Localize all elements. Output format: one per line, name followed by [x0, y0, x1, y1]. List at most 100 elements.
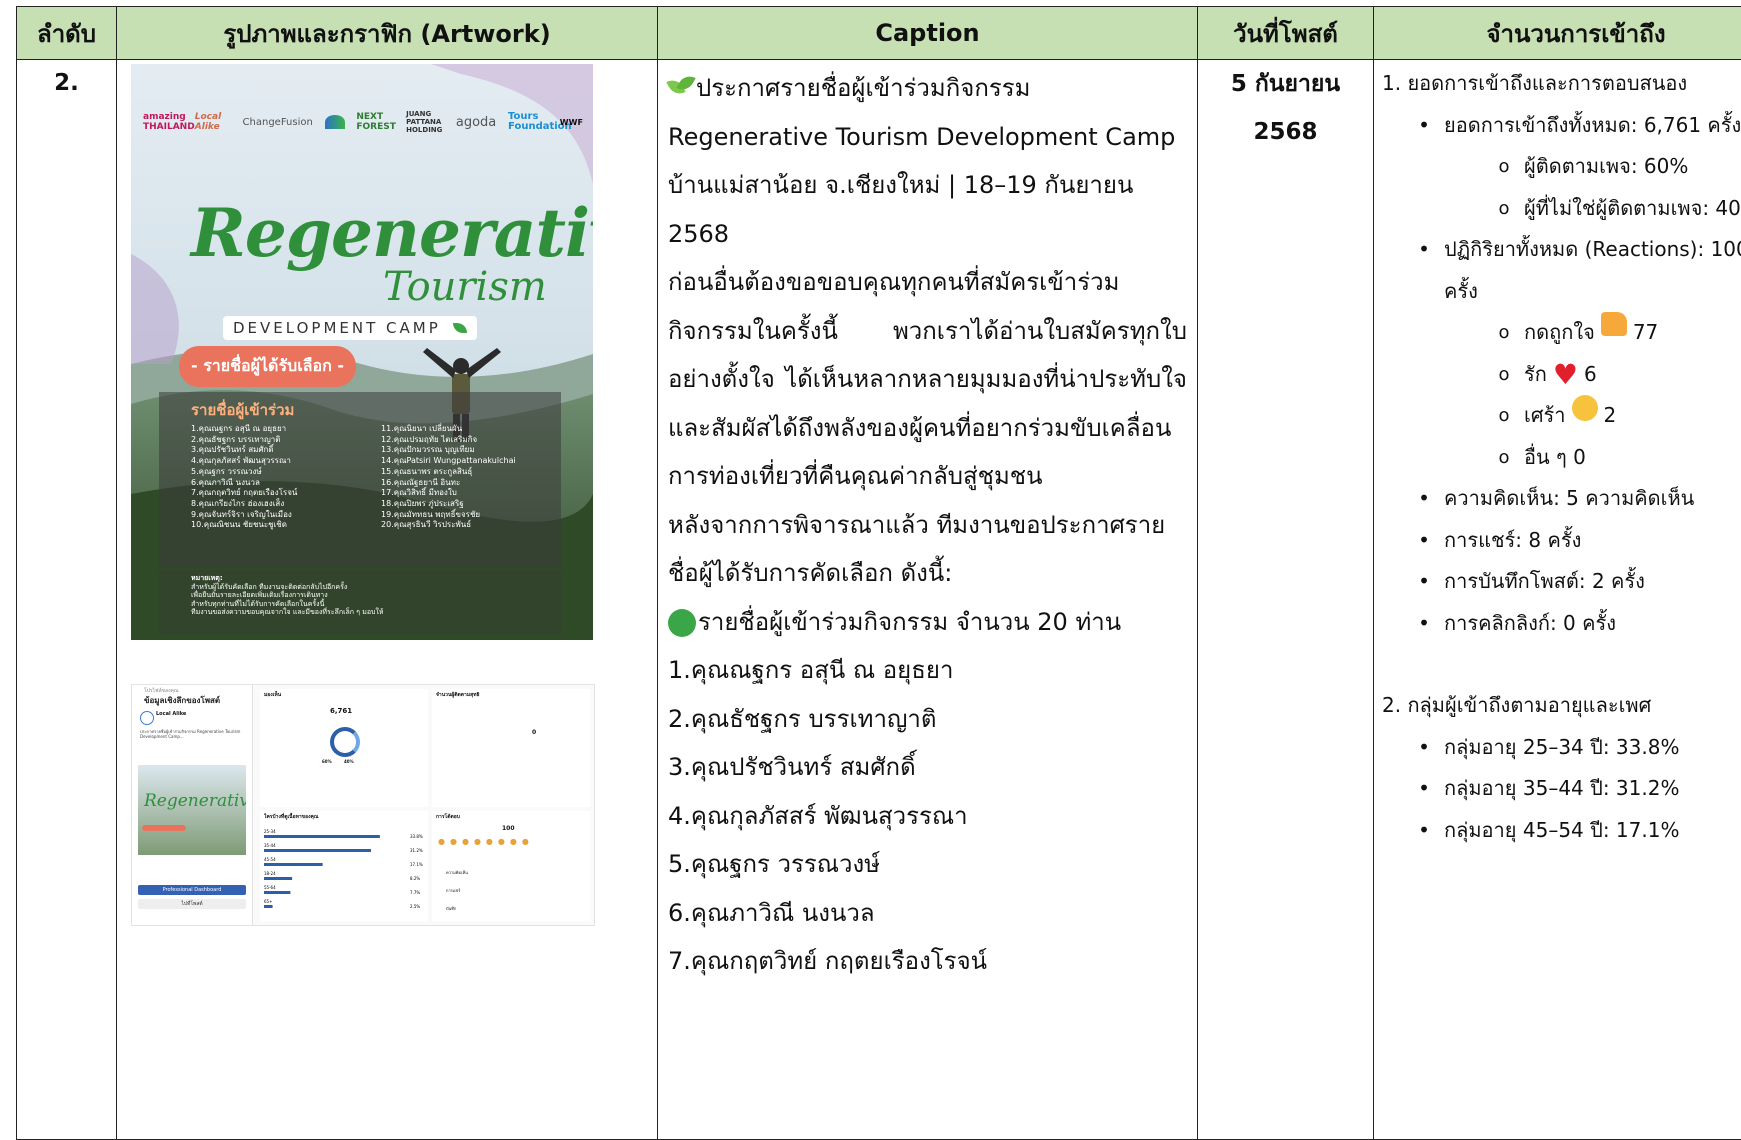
caption-line: รายชื่อผู้เข้าร่วมกิจกรรม จำนวน 20 ท่าน [668, 598, 1187, 647]
age-bar [264, 905, 273, 908]
age-bar [264, 877, 292, 880]
sad-count: 2 [1604, 395, 1617, 437]
list-item: •การคลิกลิงก์: 0 ครั้ง [1382, 603, 1741, 645]
caption-name: 5.คุณฐกร วรรณวงษ์ [668, 840, 1187, 889]
poster-note-title: หมายเหตุ: [191, 574, 551, 583]
age-bar-chart: 25-3433.8%35-4431.2%45-5417.1%18-248.2%5… [260, 821, 428, 921]
leaf-icon [453, 323, 467, 333]
list-item: •กลุ่มอายุ 35–44 ปี: 31.2% [1382, 768, 1741, 810]
logo-next-forest: NEXT FOREST [356, 112, 394, 132]
list-item: oอื่น ๆ 0 [1382, 437, 1741, 479]
logo-local-alike: Local Alike [195, 112, 231, 132]
love-count: 6 [1584, 354, 1597, 396]
caption-paragraph: หลังจากการพิจารณาแล้ว ทีมงานขอประกาศรายช… [668, 501, 1187, 598]
go-to-post-button[interactable]: ไปที่โพสต์ [138, 899, 246, 909]
list-item: oผู้ติดตามเพจ: 60% [1382, 146, 1741, 188]
poster-name: 2.คุณธัชฐกร บรรเทาญาติ [191, 435, 371, 446]
list-item: •กลุ่มอายุ 25–34 ปี: 33.8% [1382, 727, 1741, 769]
age-label: 45-54 [264, 857, 276, 862]
bullet-icon: • [1404, 768, 1444, 810]
saves-count: การบันทึกโพสต์: 2 ครั้ง [1444, 561, 1645, 603]
report-table: ลำดับ รูปภาพและกราฟิก (Artwork) Caption … [16, 6, 1741, 1140]
post-date-line2: 2568 [1199, 108, 1372, 156]
poster-name: 10.คุณณิชนน ชัยชนะชูเชิด [191, 520, 371, 531]
poster-title: Regenerative [191, 194, 593, 272]
sprout-icon [668, 74, 696, 104]
age-pct-label: 31.2% [410, 848, 423, 853]
header-order: ลำดับ [17, 7, 117, 60]
like-count: 77 [1633, 312, 1658, 354]
age-group-1: กลุ่มอายุ 25–34 ปี: 33.8% [1444, 727, 1679, 769]
dash-avatar [140, 711, 154, 725]
professional-dashboard-button[interactable]: Professional Dashboard [138, 885, 246, 895]
age-label: 65+ [264, 899, 272, 904]
dash-page-name: Local Alike [156, 711, 186, 717]
poster-name: 16.คุณณัฐธยานี อินทะ [381, 478, 561, 489]
reactions-total: ปฏิกิริยาทั้งหมด (Reactions): 100 ครั้ง [1444, 229, 1741, 312]
poster-banner: - รายชื่อผู้ได้รับเลือก - [179, 346, 356, 387]
reach-cell: 1. ยอดการเข้าถึงและการตอบสนอง •ยอดการเข้… [1374, 60, 1741, 1140]
dash-thumb-banner [142, 825, 186, 831]
poster-name: 19.คุณมัททธน พฤทธิ์ขจรชัย [381, 510, 561, 521]
dash-interactions-value: 100 [502, 825, 515, 832]
poster-title-2: Tourism [383, 264, 547, 310]
age-bar [264, 863, 323, 866]
caption-name: 1.คุณณฐกร อสุนี ณ อยุธยา [668, 646, 1187, 695]
dash-non-followers-pct: 40% [344, 759, 354, 764]
dash-reach-card: มองเห็น 6,761 60% 40% [260, 689, 428, 807]
campaign-poster: amazing THAILAND Local Alike ChangeFusio… [131, 64, 593, 640]
list-item: oผู้ที่ไม่ใช่ผู้ติดตามเพจ: 40% [1382, 188, 1741, 230]
list-item: •การแชร์: 8 ครั้ง [1382, 520, 1741, 562]
logo-amazing-thailand: amazing THAILAND [143, 112, 183, 132]
list-item: oรัก♥6 [1382, 354, 1741, 396]
poster-name: 4.คุณกุลภัสสร์ พัฒนสุวรรณา [191, 456, 371, 467]
age-group-3: กลุ่มอายุ 45–54 ปี: 17.1% [1444, 810, 1679, 852]
heart-icon: ♥ [1553, 354, 1578, 396]
header-caption: Caption [658, 7, 1198, 60]
age-label: 25-34 [264, 829, 276, 834]
row-order: 2. [17, 60, 117, 1140]
logo-agoda: agoda [456, 115, 496, 130]
dash-demo-label: ใครบ้างที่ดูเนื้อหาของคุณ [264, 813, 319, 821]
caption-name: 7.คุณกฤตวิทย์ กฤตยเรืองโรจน์ [668, 937, 1187, 986]
bullet-icon: • [1404, 229, 1444, 271]
poster-list-col2: 11.คุณนิยนา เปลี่ยนผัน 12.คุณเปรมฤทัย ไต… [381, 424, 561, 531]
poster-note: หมายเหตุ: สำหรับผู้ได้รับคัดเลือก ทีมงาน… [191, 574, 551, 617]
sad-label: เศร้า [1524, 395, 1566, 437]
poster-name: 15.คุณธนาพร ตระกูลสินธุ์ [381, 467, 561, 478]
dash-saves-label: บันทึก [446, 905, 456, 912]
poster-name: 17.คุณวิสิทธิ์ มีทองใบ [381, 488, 561, 499]
sponsor-logos: amazing THAILAND Local Alike ChangeFusio… [143, 110, 583, 134]
poster-name: 20.คุณสุรธินวี วิรประพันธ์ [381, 520, 561, 531]
list-item: •การบันทึกโพสต์: 2 ครั้ง [1382, 561, 1741, 603]
poster-name: 12.คุณเปรมฤทัย ไตเสริมกิจ [381, 435, 561, 446]
age-pct-label: 7.7% [410, 890, 420, 895]
header-row: ลำดับ รูปภาพและกราฟิก (Artwork) Caption … [17, 7, 1741, 60]
list-item: •กลุ่มอายุ 45–54 ปี: 17.1% [1382, 810, 1741, 852]
dash-reach-value: 6,761 [330, 707, 352, 715]
list-item: •ปฏิกิริยาทั้งหมด (Reactions): 100 ครั้ง [1382, 229, 1741, 312]
caption-name: 3.คุณปรัชวินทร์ สมศักดิ์ [668, 743, 1187, 792]
dash-demographics-card: ใครบ้างที่ดูเนื้อหาของคุณ 25-34 33.8% 35-4… [260, 811, 428, 921]
spacer [1382, 644, 1741, 685]
bullet-icon: • [1404, 810, 1444, 852]
poster-list-col1: 1.คุณณฐกร อสุนี ณ อยุธยา 2.คุณธัชฐกร บรร… [191, 424, 371, 531]
age-label: 18-24 [264, 871, 276, 876]
poster-name: 7.คุณกฤตวิทย์ กฤตยเรืองโรจน์ [191, 488, 371, 499]
love-label: รัก [1524, 354, 1547, 396]
age-label: 35-44 [264, 843, 276, 848]
bullet-icon: • [1404, 478, 1444, 520]
poster-name: 18.คุณปิยพร ภู่ประเสริฐ [381, 499, 561, 510]
caption-line: Regenerative Tourism Development Camp [668, 113, 1187, 162]
circle-bullet-icon: o [1484, 395, 1524, 437]
list-item: •ยอดการเข้าถึงทั้งหมด: 6,761 ครั้ง [1382, 105, 1741, 147]
poster-name: 5.คุณฐกร วรรณวงษ์ [191, 467, 371, 478]
caption-line: บ้านแม่สาน้อย จ.เชียงใหม่ | 18–19 กันยาย… [668, 161, 1187, 210]
age-pct-label: 33.8% [410, 834, 423, 839]
caption-name: 2.คุณธัชฐกร บรรเทาญาติ [668, 695, 1187, 744]
age-bar [264, 849, 371, 852]
header-reach: จำนวนการเข้าถึง [1374, 7, 1741, 60]
bullet-icon: • [1404, 520, 1444, 562]
dash-thumb: Regenerative [138, 765, 246, 855]
poster-subtitle-text: DEVELOPMENT CAMP [233, 319, 441, 337]
